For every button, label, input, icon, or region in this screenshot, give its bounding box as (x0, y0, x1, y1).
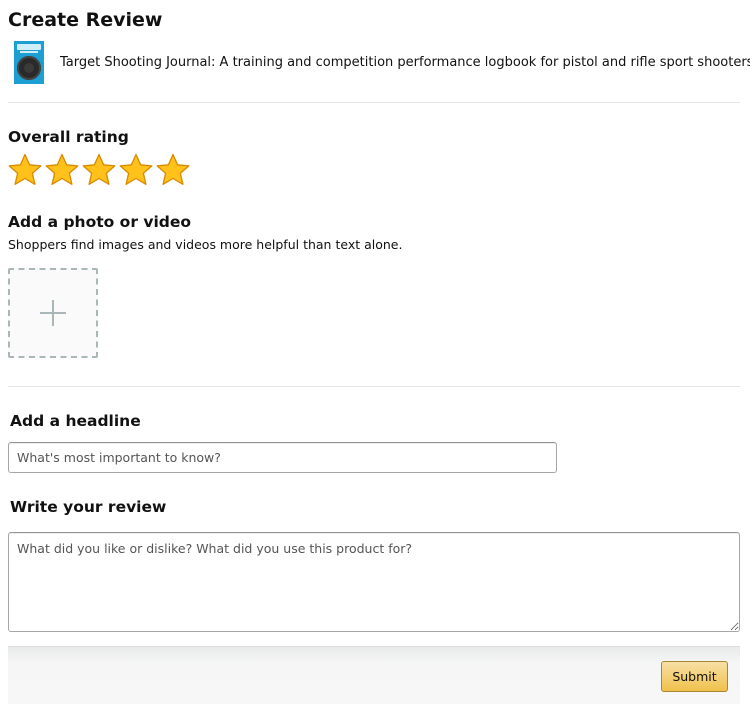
overall-rating-heading: Overall rating (8, 128, 129, 146)
star-5-icon[interactable] (156, 153, 190, 187)
page-title: Create Review (8, 9, 163, 31)
form-footer: Submit (8, 646, 740, 704)
star-1-icon[interactable] (8, 153, 42, 187)
submit-button[interactable]: Submit (661, 661, 728, 692)
star-rating[interactable] (8, 153, 190, 187)
review-heading: Write your review (10, 498, 167, 516)
media-heading: Add a photo or video (8, 213, 192, 231)
star-2-icon[interactable] (45, 153, 79, 187)
media-subtext: Shoppers find images and videos more hel… (8, 237, 403, 252)
divider (8, 386, 740, 387)
media-upload-button[interactable] (8, 268, 98, 358)
product-summary: Target Shooting Journal: A training and … (14, 41, 750, 84)
review-textarea[interactable] (8, 532, 740, 632)
book-cover-thumbnail (14, 41, 44, 84)
plus-icon (40, 300, 66, 326)
product-title: Target Shooting Journal: A training and … (60, 55, 750, 70)
star-3-icon[interactable] (82, 153, 116, 187)
headline-input[interactable] (8, 442, 557, 473)
headline-heading: Add a headline (10, 412, 141, 430)
star-4-icon[interactable] (119, 153, 153, 187)
divider (8, 102, 740, 103)
